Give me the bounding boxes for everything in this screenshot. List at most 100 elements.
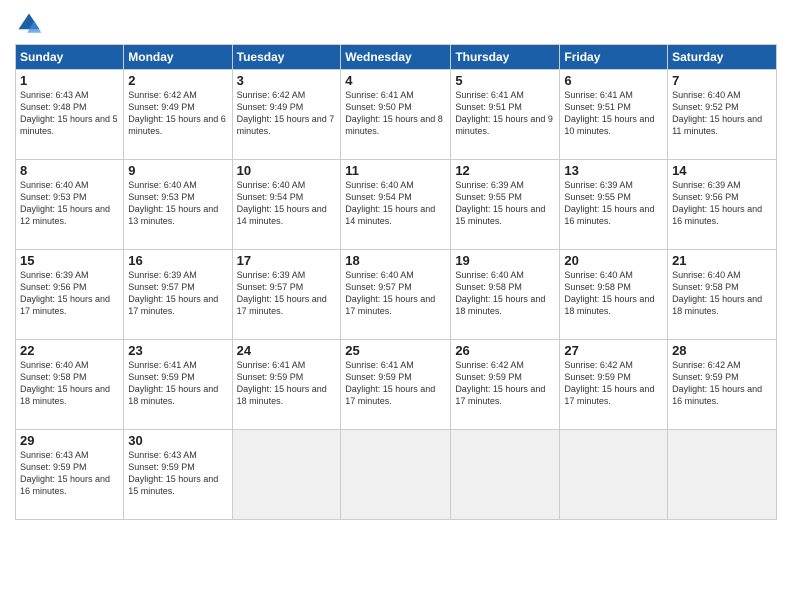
day-number: 8	[20, 163, 119, 178]
day-number: 12	[455, 163, 555, 178]
calendar-cell: 27 Sunrise: 6:42 AM Sunset: 9:59 PM Dayl…	[560, 340, 668, 430]
day-info: Sunrise: 6:40 AM Sunset: 9:58 PM Dayligh…	[564, 269, 663, 318]
calendar-cell	[451, 430, 560, 520]
col-header-sunday: Sunday	[16, 45, 124, 70]
day-info: Sunrise: 6:40 AM Sunset: 9:52 PM Dayligh…	[672, 89, 772, 138]
calendar-cell: 19 Sunrise: 6:40 AM Sunset: 9:58 PM Dayl…	[451, 250, 560, 340]
day-info: Sunrise: 6:42 AM Sunset: 9:59 PM Dayligh…	[455, 359, 555, 408]
calendar-week-row: 22 Sunrise: 6:40 AM Sunset: 9:58 PM Dayl…	[16, 340, 777, 430]
day-number: 9	[128, 163, 227, 178]
calendar-cell: 14 Sunrise: 6:39 AM Sunset: 9:56 PM Dayl…	[668, 160, 777, 250]
col-header-thursday: Thursday	[451, 45, 560, 70]
day-info: Sunrise: 6:41 AM Sunset: 9:59 PM Dayligh…	[345, 359, 446, 408]
calendar-cell: 1 Sunrise: 6:43 AM Sunset: 9:48 PM Dayli…	[16, 70, 124, 160]
day-number: 21	[672, 253, 772, 268]
day-info: Sunrise: 6:39 AM Sunset: 9:56 PM Dayligh…	[672, 179, 772, 228]
calendar-week-row: 8 Sunrise: 6:40 AM Sunset: 9:53 PM Dayli…	[16, 160, 777, 250]
day-info: Sunrise: 6:39 AM Sunset: 9:57 PM Dayligh…	[128, 269, 227, 318]
calendar-cell: 13 Sunrise: 6:39 AM Sunset: 9:55 PM Dayl…	[560, 160, 668, 250]
day-info: Sunrise: 6:39 AM Sunset: 9:57 PM Dayligh…	[237, 269, 337, 318]
calendar-cell	[341, 430, 451, 520]
day-info: Sunrise: 6:40 AM Sunset: 9:58 PM Dayligh…	[672, 269, 772, 318]
day-number: 29	[20, 433, 119, 448]
day-number: 26	[455, 343, 555, 358]
day-info: Sunrise: 6:39 AM Sunset: 9:55 PM Dayligh…	[564, 179, 663, 228]
day-info: Sunrise: 6:42 AM Sunset: 9:59 PM Dayligh…	[672, 359, 772, 408]
calendar-cell: 7 Sunrise: 6:40 AM Sunset: 9:52 PM Dayli…	[668, 70, 777, 160]
calendar-cell: 3 Sunrise: 6:42 AM Sunset: 9:49 PM Dayli…	[232, 70, 341, 160]
calendar-cell	[560, 430, 668, 520]
calendar-week-row: 15 Sunrise: 6:39 AM Sunset: 9:56 PM Dayl…	[16, 250, 777, 340]
day-info: Sunrise: 6:39 AM Sunset: 9:55 PM Dayligh…	[455, 179, 555, 228]
day-number: 30	[128, 433, 227, 448]
day-number: 15	[20, 253, 119, 268]
calendar-cell: 16 Sunrise: 6:39 AM Sunset: 9:57 PM Dayl…	[124, 250, 232, 340]
day-number: 28	[672, 343, 772, 358]
day-number: 13	[564, 163, 663, 178]
calendar-cell: 5 Sunrise: 6:41 AM Sunset: 9:51 PM Dayli…	[451, 70, 560, 160]
day-info: Sunrise: 6:41 AM Sunset: 9:50 PM Dayligh…	[345, 89, 446, 138]
calendar-cell: 28 Sunrise: 6:42 AM Sunset: 9:59 PM Dayl…	[668, 340, 777, 430]
calendar-cell: 11 Sunrise: 6:40 AM Sunset: 9:54 PM Dayl…	[341, 160, 451, 250]
calendar-cell: 21 Sunrise: 6:40 AM Sunset: 9:58 PM Dayl…	[668, 250, 777, 340]
day-info: Sunrise: 6:42 AM Sunset: 9:49 PM Dayligh…	[237, 89, 337, 138]
calendar-cell: 20 Sunrise: 6:40 AM Sunset: 9:58 PM Dayl…	[560, 250, 668, 340]
calendar-cell: 30 Sunrise: 6:43 AM Sunset: 9:59 PM Dayl…	[124, 430, 232, 520]
calendar-week-row: 29 Sunrise: 6:43 AM Sunset: 9:59 PM Dayl…	[16, 430, 777, 520]
calendar-cell: 10 Sunrise: 6:40 AM Sunset: 9:54 PM Dayl…	[232, 160, 341, 250]
calendar-cell	[232, 430, 341, 520]
calendar-week-row: 1 Sunrise: 6:43 AM Sunset: 9:48 PM Dayli…	[16, 70, 777, 160]
day-info: Sunrise: 6:40 AM Sunset: 9:53 PM Dayligh…	[20, 179, 119, 228]
page: SundayMondayTuesdayWednesdayThursdayFrid…	[0, 0, 792, 612]
day-number: 7	[672, 73, 772, 88]
col-header-monday: Monday	[124, 45, 232, 70]
day-info: Sunrise: 6:43 AM Sunset: 9:59 PM Dayligh…	[20, 449, 119, 498]
day-number: 5	[455, 73, 555, 88]
day-info: Sunrise: 6:40 AM Sunset: 9:53 PM Dayligh…	[128, 179, 227, 228]
day-info: Sunrise: 6:41 AM Sunset: 9:59 PM Dayligh…	[128, 359, 227, 408]
day-number: 1	[20, 73, 119, 88]
day-number: 14	[672, 163, 772, 178]
calendar-cell: 23 Sunrise: 6:41 AM Sunset: 9:59 PM Dayl…	[124, 340, 232, 430]
day-info: Sunrise: 6:40 AM Sunset: 9:58 PM Dayligh…	[20, 359, 119, 408]
day-number: 24	[237, 343, 337, 358]
day-number: 18	[345, 253, 446, 268]
day-number: 23	[128, 343, 227, 358]
calendar-cell: 9 Sunrise: 6:40 AM Sunset: 9:53 PM Dayli…	[124, 160, 232, 250]
calendar-header-row: SundayMondayTuesdayWednesdayThursdayFrid…	[16, 45, 777, 70]
day-info: Sunrise: 6:40 AM Sunset: 9:57 PM Dayligh…	[345, 269, 446, 318]
day-number: 11	[345, 163, 446, 178]
calendar-cell: 22 Sunrise: 6:40 AM Sunset: 9:58 PM Dayl…	[16, 340, 124, 430]
col-header-tuesday: Tuesday	[232, 45, 341, 70]
col-header-saturday: Saturday	[668, 45, 777, 70]
logo-icon	[15, 10, 43, 38]
day-number: 20	[564, 253, 663, 268]
logo	[15, 10, 47, 38]
day-number: 4	[345, 73, 446, 88]
day-info: Sunrise: 6:43 AM Sunset: 9:59 PM Dayligh…	[128, 449, 227, 498]
day-number: 6	[564, 73, 663, 88]
calendar-cell: 17 Sunrise: 6:39 AM Sunset: 9:57 PM Dayl…	[232, 250, 341, 340]
day-info: Sunrise: 6:42 AM Sunset: 9:49 PM Dayligh…	[128, 89, 227, 138]
calendar-cell: 25 Sunrise: 6:41 AM Sunset: 9:59 PM Dayl…	[341, 340, 451, 430]
day-number: 19	[455, 253, 555, 268]
day-info: Sunrise: 6:41 AM Sunset: 9:51 PM Dayligh…	[564, 89, 663, 138]
calendar-cell: 4 Sunrise: 6:41 AM Sunset: 9:50 PM Dayli…	[341, 70, 451, 160]
calendar-cell: 12 Sunrise: 6:39 AM Sunset: 9:55 PM Dayl…	[451, 160, 560, 250]
col-header-wednesday: Wednesday	[341, 45, 451, 70]
calendar-table: SundayMondayTuesdayWednesdayThursdayFrid…	[15, 44, 777, 520]
calendar-cell: 2 Sunrise: 6:42 AM Sunset: 9:49 PM Dayli…	[124, 70, 232, 160]
calendar-cell: 24 Sunrise: 6:41 AM Sunset: 9:59 PM Dayl…	[232, 340, 341, 430]
day-info: Sunrise: 6:41 AM Sunset: 9:51 PM Dayligh…	[455, 89, 555, 138]
day-info: Sunrise: 6:43 AM Sunset: 9:48 PM Dayligh…	[20, 89, 119, 138]
day-number: 17	[237, 253, 337, 268]
calendar-cell	[668, 430, 777, 520]
day-info: Sunrise: 6:40 AM Sunset: 9:54 PM Dayligh…	[345, 179, 446, 228]
day-info: Sunrise: 6:40 AM Sunset: 9:54 PM Dayligh…	[237, 179, 337, 228]
day-number: 25	[345, 343, 446, 358]
day-info: Sunrise: 6:42 AM Sunset: 9:59 PM Dayligh…	[564, 359, 663, 408]
day-number: 16	[128, 253, 227, 268]
day-number: 10	[237, 163, 337, 178]
col-header-friday: Friday	[560, 45, 668, 70]
day-number: 27	[564, 343, 663, 358]
